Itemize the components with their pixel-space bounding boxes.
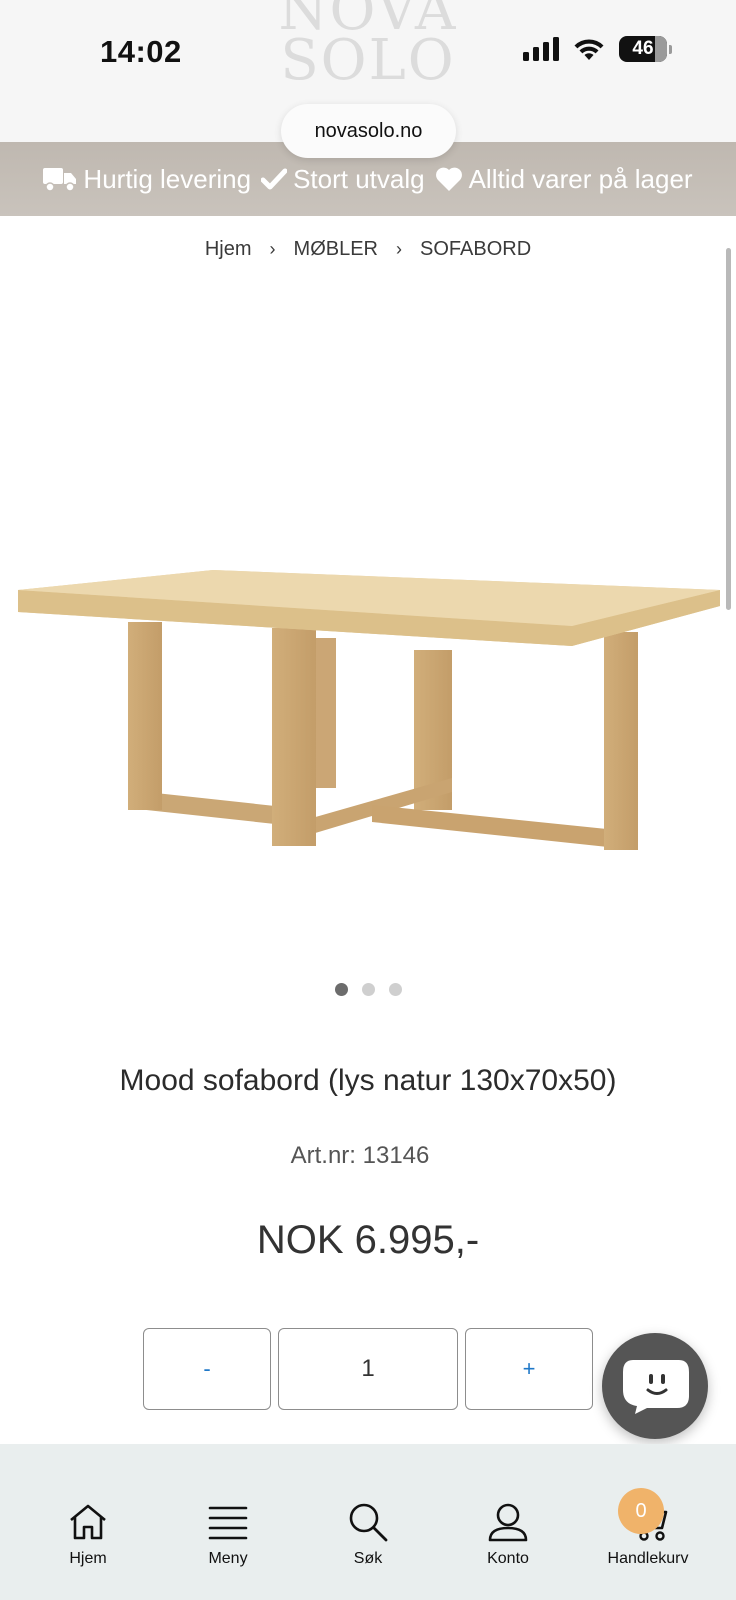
carousel-dot-1[interactable] bbox=[334, 983, 348, 996]
breadcrumb-coffee-tables[interactable]: SOFABORD bbox=[420, 238, 531, 261]
menu-icon bbox=[208, 1506, 248, 1540]
nav-search[interactable]: Søk bbox=[308, 1444, 428, 1600]
account-icon bbox=[488, 1503, 528, 1542]
status-icons: 46 bbox=[523, 36, 672, 62]
quantity-stepper: - 1 + bbox=[143, 1328, 593, 1410]
nav-home[interactable]: Hjem bbox=[28, 1444, 148, 1600]
cellular-signal-icon bbox=[523, 37, 559, 61]
search-icon bbox=[349, 1503, 388, 1542]
url-bar[interactable]: novasolo.no bbox=[281, 104, 456, 158]
page-scrollbar[interactable] bbox=[726, 248, 731, 610]
check-icon bbox=[261, 168, 288, 190]
nav-cart[interactable]: 0 Handlekurv bbox=[588, 1444, 708, 1600]
breadcrumb: Hjem › MØBLER › SOFABORD bbox=[0, 238, 736, 261]
usp-fast-delivery: Hurtig levering bbox=[43, 164, 251, 195]
carousel-dot-3[interactable] bbox=[388, 983, 402, 996]
nav-account[interactable]: Konto bbox=[448, 1444, 568, 1600]
breadcrumb-furniture[interactable]: MØBLER bbox=[294, 238, 378, 261]
cart-count-badge: 0 bbox=[618, 1488, 664, 1534]
heart-icon bbox=[435, 167, 462, 191]
quantity-input[interactable]: 1 bbox=[278, 1328, 458, 1410]
article-number: Art.nr: 13146 bbox=[290, 1142, 430, 1169]
product-title: Mood sofabord (lys natur 130x70x50) bbox=[119, 1064, 617, 1097]
chat-face-icon bbox=[623, 1360, 689, 1414]
increase-quantity-button[interactable]: + bbox=[465, 1328, 593, 1410]
decrease-quantity-button[interactable]: - bbox=[143, 1328, 271, 1410]
carousel-pagination bbox=[0, 983, 736, 996]
product-image[interactable] bbox=[0, 560, 736, 880]
home-icon bbox=[70, 1504, 106, 1540]
usp-large-selection: Stort utvalg bbox=[261, 164, 425, 195]
chat-button[interactable] bbox=[602, 1333, 708, 1439]
carousel-dot-2[interactable] bbox=[361, 983, 375, 996]
nav-menu[interactable]: Meny bbox=[168, 1444, 288, 1600]
wifi-icon bbox=[574, 39, 604, 60]
bottom-navigation: Hjem Meny Søk Konto 0 Handlekurv bbox=[0, 1444, 736, 1600]
product-price: NOK 6.995,- bbox=[256, 1218, 480, 1262]
truck-icon bbox=[43, 168, 77, 192]
status-time: 14:02 bbox=[100, 34, 182, 69]
breadcrumb-home[interactable]: Hjem bbox=[205, 238, 252, 261]
usp-always-in-stock: Alltid varer på lager bbox=[435, 164, 693, 195]
chevron-right-icon: › bbox=[269, 239, 276, 259]
battery-icon: 46 bbox=[619, 36, 667, 62]
chevron-right-icon: › bbox=[396, 239, 402, 259]
